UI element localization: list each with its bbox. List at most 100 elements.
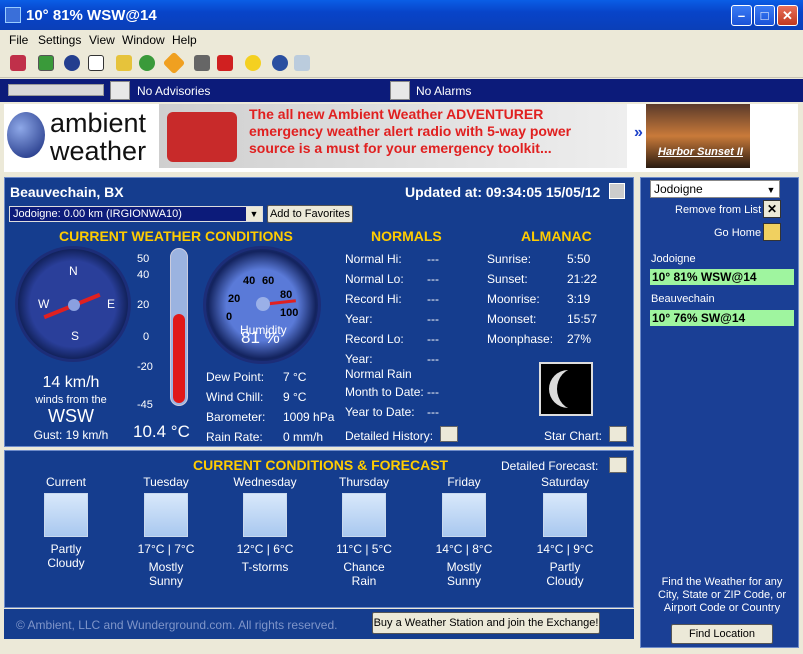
wind-gust: Gust: 19 km/h xyxy=(33,428,109,442)
partly-cloudy-icon xyxy=(44,493,88,537)
humidity-tick: 100 xyxy=(280,307,299,319)
photo-caption[interactable]: Harbor Sunset II xyxy=(658,146,743,158)
chevron-down-icon[interactable]: ▼ xyxy=(764,182,778,196)
normal-label: Record Hi: xyxy=(345,292,402,306)
detail-label: Rain Rate: xyxy=(206,430,263,444)
forecast-cond: Chance xyxy=(343,560,385,574)
details-list: Dew Point: 7 °C Wind Chill: 9 °C Barometer… xyxy=(206,370,346,450)
compass-s: S xyxy=(71,329,80,343)
update-toggle[interactable] xyxy=(609,183,625,199)
humidity-tick: 60 xyxy=(262,275,275,287)
ad-text: The all new Ambient Weather ADVENTURER e… xyxy=(249,106,572,156)
footer: © Ambient, LLC and Wunderground.com. All… xyxy=(4,609,634,639)
find-location-button[interactable]: Find Location xyxy=(671,624,773,644)
maximize-button[interactable]: □ xyxy=(754,5,775,26)
buy-station-button[interactable]: Buy a Weather Station and join the Excha… xyxy=(372,612,600,634)
logo-text-1: ambient xyxy=(50,108,147,138)
alarm-bell-icon[interactable] xyxy=(390,81,410,100)
forecast-cond: T-storms xyxy=(241,560,289,574)
forecast-cond: Sunny xyxy=(446,574,482,588)
almanac-value: 3:19 xyxy=(567,292,591,306)
chevron-down-icon[interactable]: ▼ xyxy=(246,207,262,221)
detail-value: 1009 hPa xyxy=(283,410,335,424)
detail-label: Dew Point: xyxy=(206,370,265,384)
close-button[interactable]: ✕ xyxy=(777,5,798,26)
radar-icon[interactable] xyxy=(10,55,26,71)
wind-compass: N E S W xyxy=(15,246,131,362)
forecast-cond: Mostly xyxy=(148,560,184,574)
warning-icon[interactable] xyxy=(162,51,186,75)
detail-label: Barometer: xyxy=(206,410,266,424)
advisory-icon[interactable] xyxy=(110,81,130,100)
normal-label: Normal Hi: xyxy=(345,252,402,266)
forecast-heading: CURRENT CONDITIONS & FORECAST xyxy=(193,457,449,473)
photo-thumbnail[interactable]: Harbor Sunset II xyxy=(646,104,750,168)
station-select[interactable]: Jodoigne: 0.00 km (IRGIONWA10) ▼ xyxy=(9,206,263,222)
table-icon[interactable] xyxy=(88,55,104,71)
location-name: Beauvechain, BX xyxy=(10,184,124,200)
star-chart-icon[interactable] xyxy=(609,426,627,442)
detailed-forecast-label: Detailed Forecast: xyxy=(501,459,599,473)
minimize-button[interactable]: – xyxy=(731,5,752,26)
menu-settings[interactable]: Settings xyxy=(38,33,81,47)
banner-next-icon[interactable]: » xyxy=(634,124,643,142)
compass-e: E xyxy=(107,297,116,311)
forecast-day: Current Partly Cloudy xyxy=(21,475,111,570)
earth-icon[interactable] xyxy=(272,55,288,71)
normal-value: --- xyxy=(427,332,439,346)
forecast-day: Tuesday 17°C | 7°C Mostly Sunny xyxy=(121,475,211,588)
radio-image xyxy=(167,112,237,162)
find-weather-text: Find the Weather for any City, State or … xyxy=(658,576,786,614)
globe-icon[interactable] xyxy=(64,55,80,71)
menu-help[interactable]: Help xyxy=(172,33,197,47)
window-title: 10° 81% WSW@14 xyxy=(26,7,157,24)
normal-value: --- xyxy=(427,352,439,366)
remove-icon[interactable]: ✕ xyxy=(763,200,781,218)
thermometer-fill xyxy=(173,314,185,403)
forecast-temps: 14°C | 9°C xyxy=(536,542,594,556)
menu-window[interactable]: Window xyxy=(122,33,165,47)
normal-value: --- xyxy=(427,252,439,266)
thermometer xyxy=(170,248,188,406)
thermo-tick: -45 xyxy=(137,399,153,411)
arrows-icon[interactable] xyxy=(116,55,132,71)
forecast-day-name: Saturday xyxy=(540,475,590,489)
forecast-cond: Sunny xyxy=(148,574,184,588)
alarm-icon[interactable] xyxy=(217,55,233,71)
star-chart-label: Star Chart: xyxy=(544,429,603,443)
rain-value: --- xyxy=(427,405,439,419)
add-favorites-button[interactable]: Add to Favorites xyxy=(267,205,353,223)
app-icon[interactable] xyxy=(5,7,21,23)
remove-from-list-label: Remove from List xyxy=(675,204,762,216)
humidity-tick: 20 xyxy=(228,293,241,305)
normal-label: Year: xyxy=(345,312,373,326)
forecast-temps: 14°C | 8°C xyxy=(435,542,493,556)
alarm-text: No Alarms xyxy=(416,84,472,98)
toolbar xyxy=(0,50,803,78)
refresh-icon[interactable] xyxy=(38,55,54,71)
forecast-temps: 12°C | 6°C xyxy=(236,542,294,556)
humidity-center xyxy=(256,297,270,311)
map-icon[interactable] xyxy=(194,55,210,71)
compass-center xyxy=(68,299,80,311)
forecast-day: Thursday 11°C | 5°C Chance Rain xyxy=(319,475,409,588)
forecast-cond: Partly xyxy=(50,542,82,556)
forecast-cond: Mostly xyxy=(446,560,482,574)
favorite-name: Jodoigne xyxy=(651,253,696,265)
menu-file[interactable]: File xyxy=(9,33,28,47)
home-icon[interactable] xyxy=(763,223,781,241)
forecast-icon[interactable] xyxy=(294,55,310,71)
favorite-summary[interactable]: 10° 81% WSW@14 xyxy=(650,269,794,285)
forecast-panel: CURRENT CONDITIONS & FORECAST Detailed F… xyxy=(4,450,634,608)
detailed-forecast-icon[interactable] xyxy=(609,457,627,473)
world-icon[interactable] xyxy=(139,55,155,71)
ad-banner[interactable]: The all new Ambient Weather ADVENTURER e… xyxy=(159,104,627,168)
history-icon[interactable] xyxy=(440,426,458,442)
thermometer-scale: 50 40 20 0 -20 -45 xyxy=(137,253,163,423)
humidity-value: 81 % xyxy=(241,328,280,347)
favorite-summary[interactable]: 10° 76% SW@14 xyxy=(650,310,794,326)
help-icon[interactable] xyxy=(245,55,261,71)
ambient-logo-icon xyxy=(7,112,45,158)
favorite-location-select[interactable]: Jodoigne ▼ xyxy=(650,180,780,198)
menu-view[interactable]: View xyxy=(89,33,115,47)
